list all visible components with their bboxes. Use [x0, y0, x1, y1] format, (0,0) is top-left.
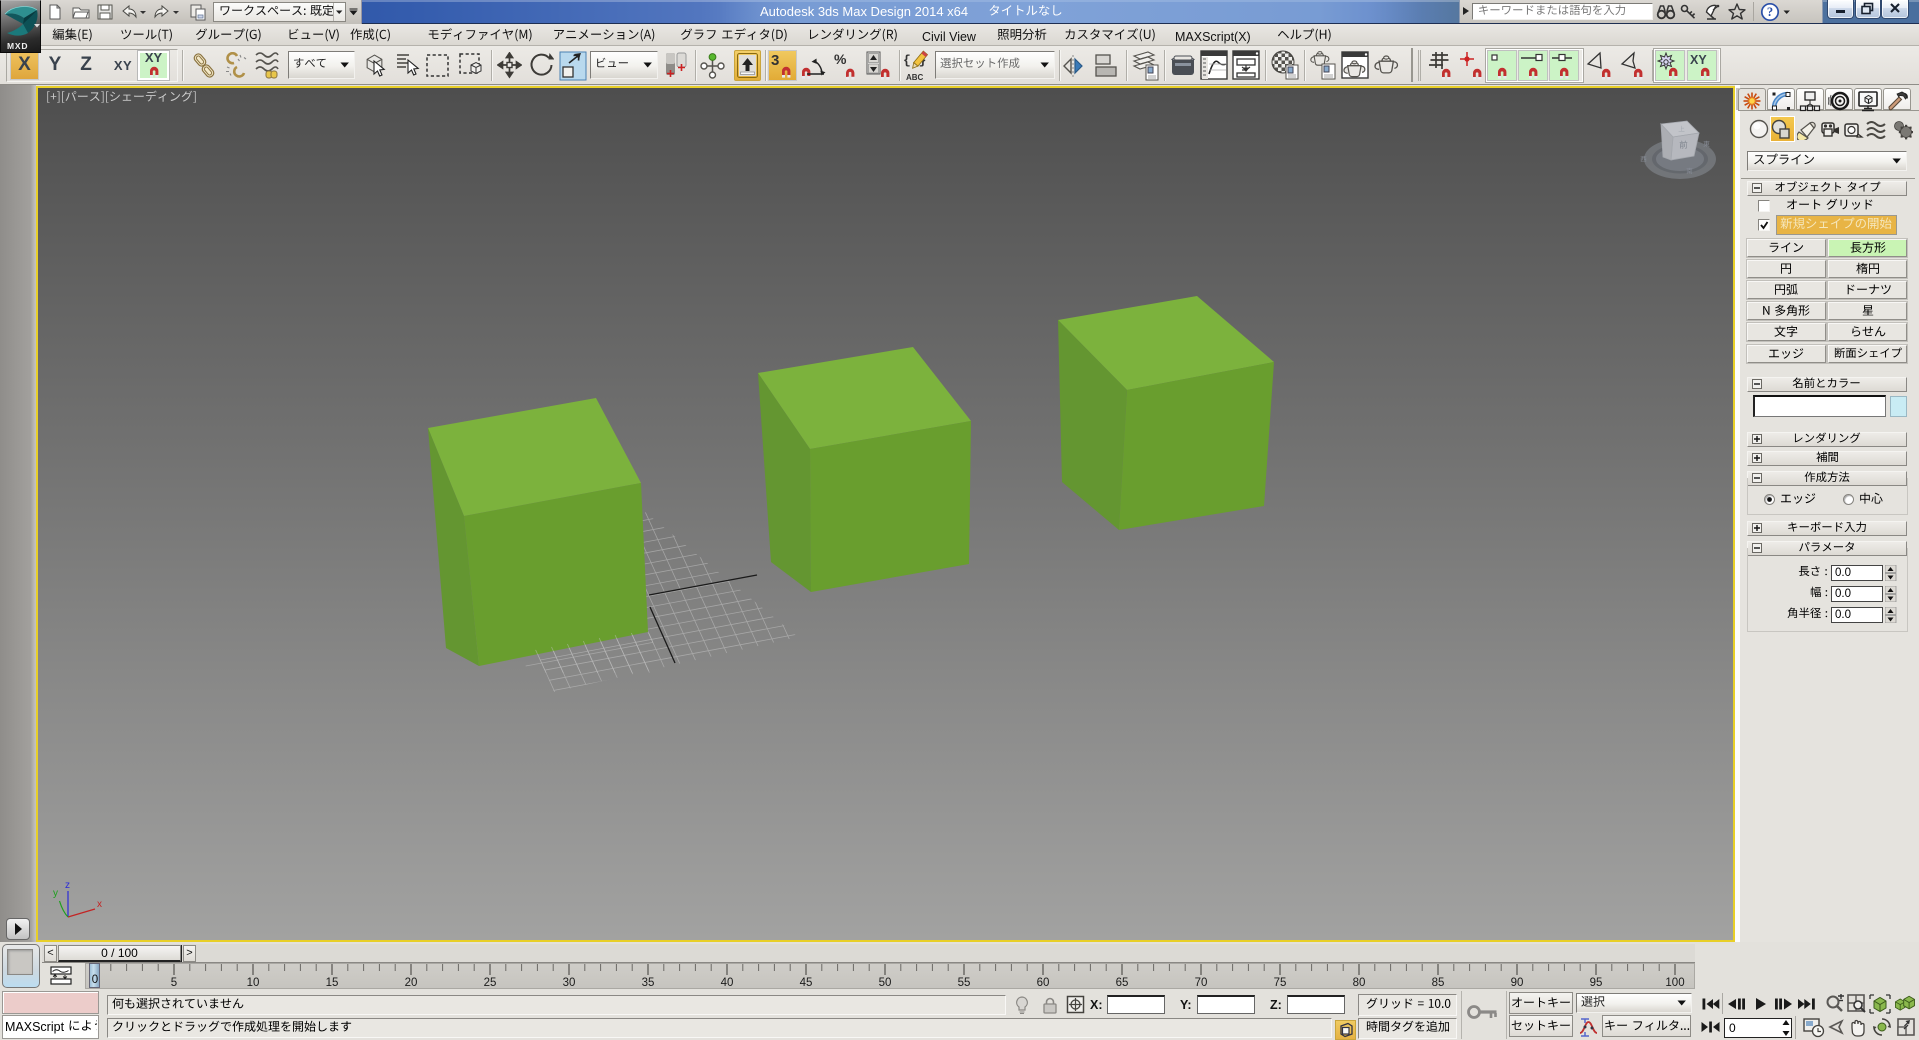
svg-text:85: 85: [1432, 977, 1445, 989]
svg-text:x: x: [97, 899, 102, 910]
svg-text:y: y: [53, 888, 58, 899]
svg-text:z: z: [65, 880, 70, 891]
svg-text:95: 95: [1590, 977, 1603, 989]
svg-text:30: 30: [563, 977, 576, 989]
svg-text:25: 25: [484, 977, 497, 989]
svg-text:?: ?: [1767, 5, 1773, 19]
svg-text:20: 20: [405, 977, 418, 989]
svg-text:35: 35: [642, 977, 655, 989]
svg-text:60: 60: [1037, 977, 1050, 989]
svg-text:75: 75: [1274, 977, 1287, 989]
svg-text:50: 50: [879, 977, 892, 989]
svg-text:10: 10: [247, 977, 260, 989]
svg-text:80: 80: [1353, 977, 1366, 989]
svg-text:100: 100: [1665, 977, 1684, 989]
svg-text:40: 40: [721, 977, 734, 989]
svg-text:90: 90: [1511, 977, 1524, 989]
svg-text:15: 15: [326, 977, 339, 989]
svg-text:65: 65: [1116, 977, 1129, 989]
svg-text:70: 70: [1195, 977, 1208, 989]
svg-text:45: 45: [800, 977, 813, 989]
svg-text:ABC: ABC: [906, 73, 924, 82]
svg-text:55: 55: [958, 977, 971, 989]
svg-text:%: %: [834, 51, 847, 67]
svg-text:5: 5: [171, 977, 177, 989]
svg-text:XY: XY: [1690, 53, 1707, 67]
